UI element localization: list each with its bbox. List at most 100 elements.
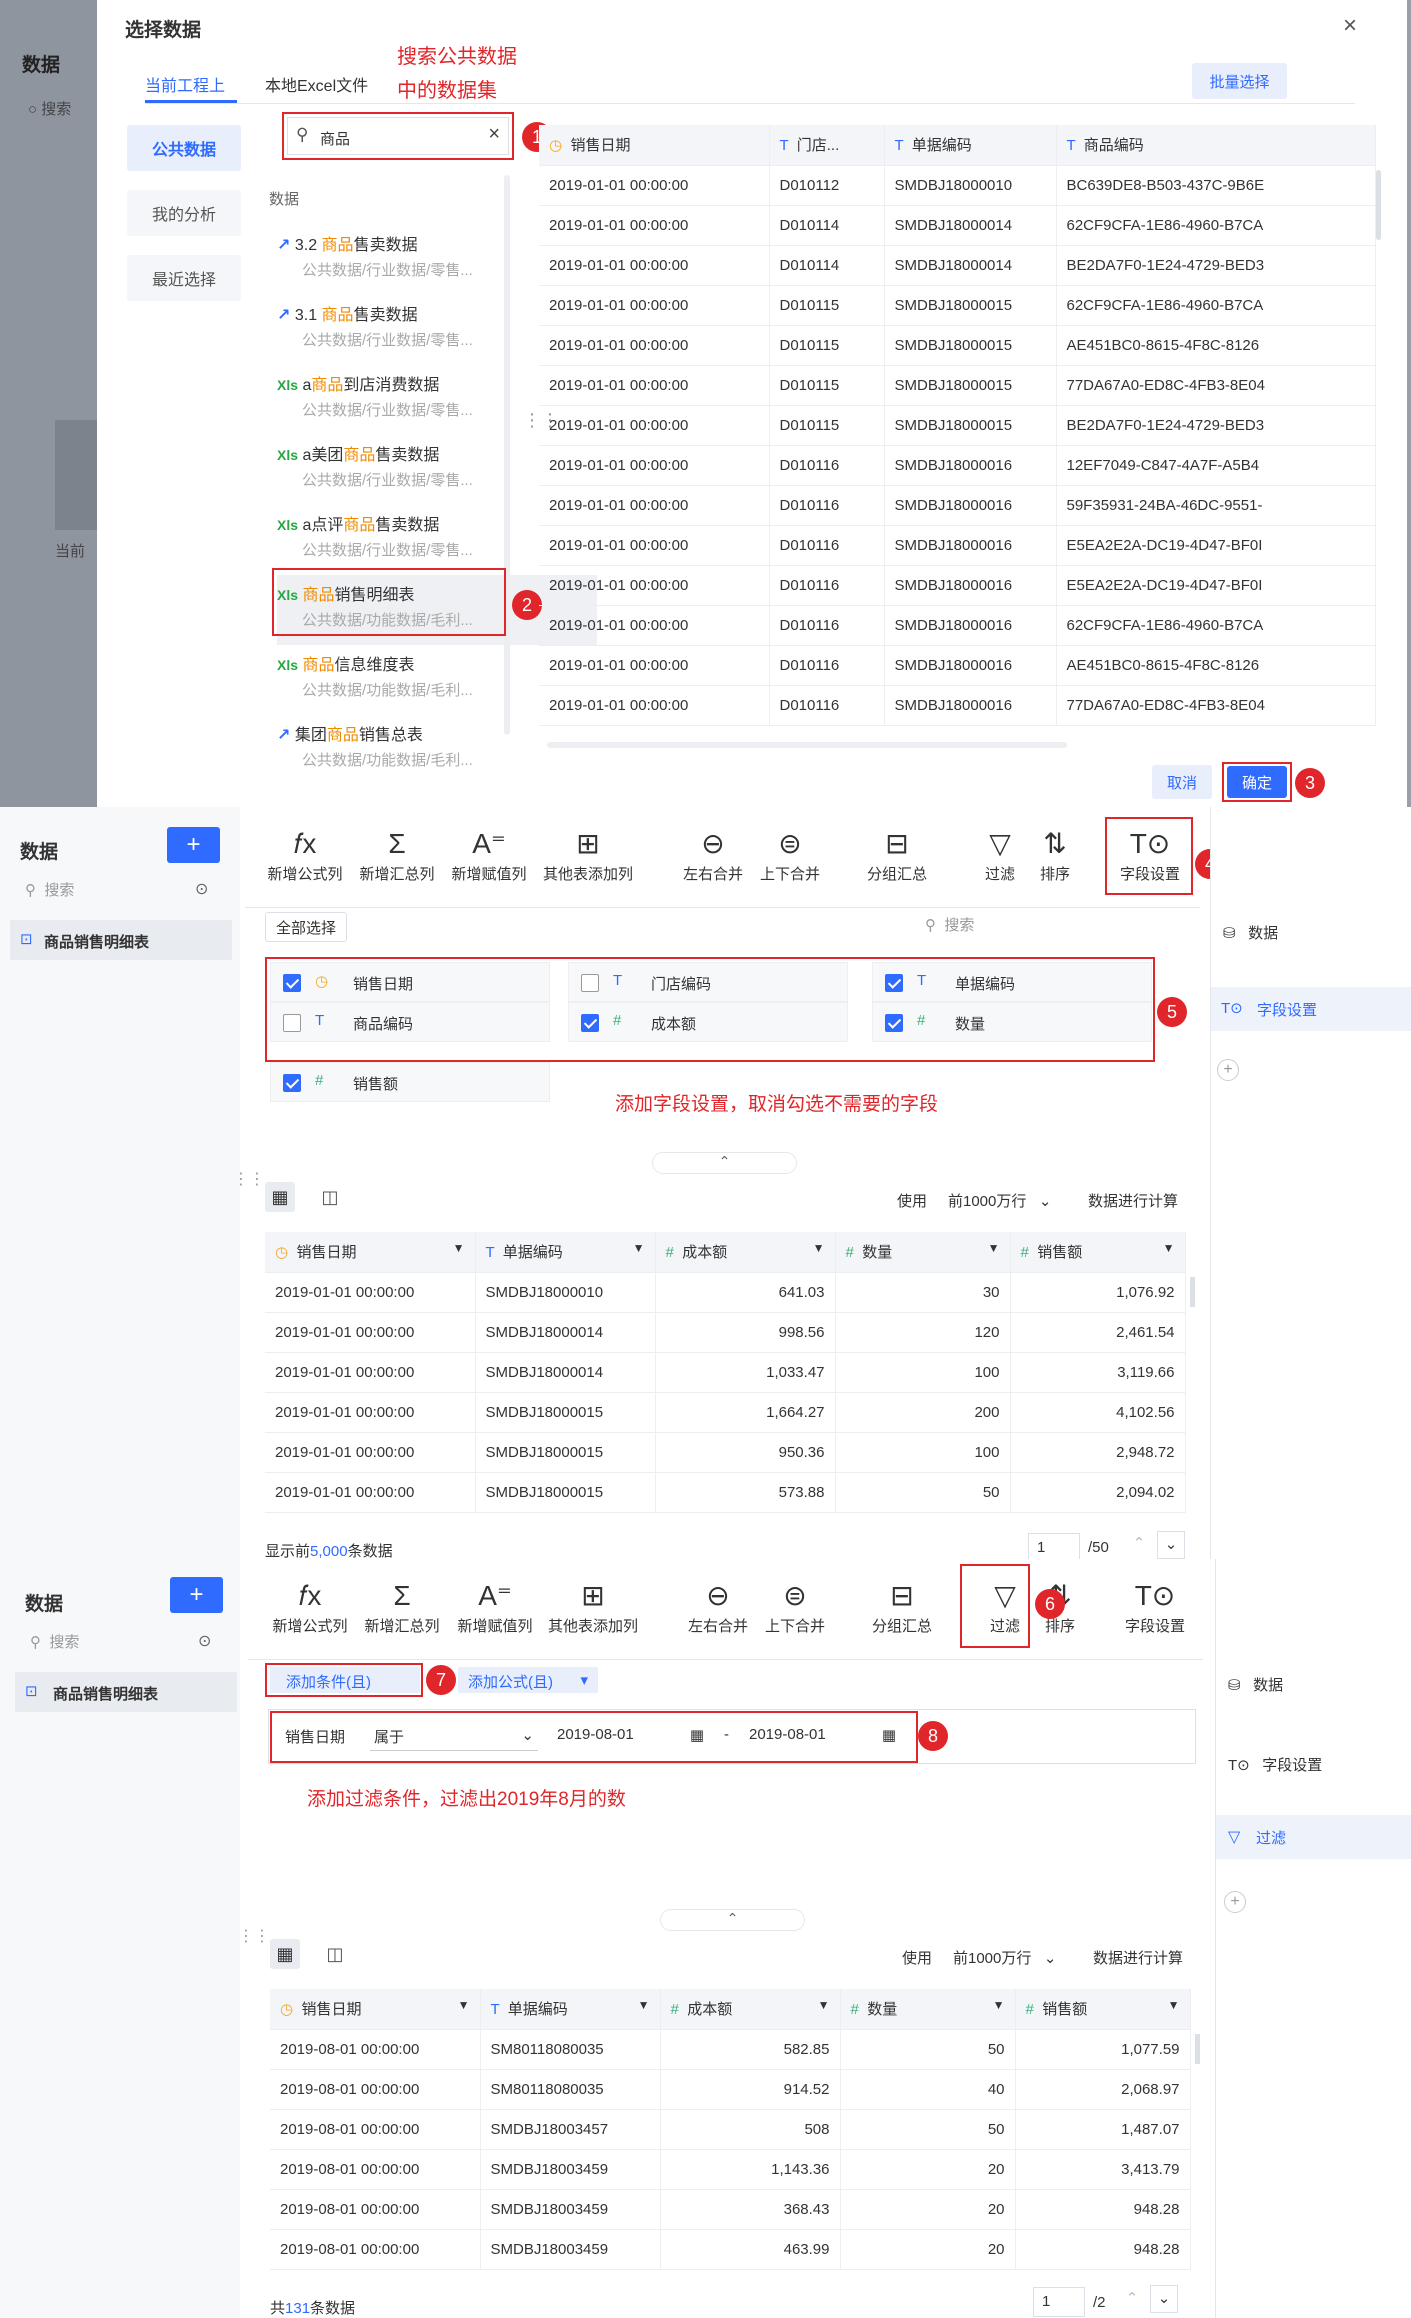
column-header[interactable]: ◷ 销售日期 ▼ — [270, 1989, 481, 2030]
add-step-icon[interactable]: + — [1224, 1891, 1246, 1913]
prev-page-icon[interactable]: ⌃ — [1125, 1534, 1153, 1562]
dropdown-icon[interactable]: ▼ — [458, 1998, 470, 2012]
add-condition-button[interactable]: 添加条件(且) — [270, 1667, 420, 1693]
step-data[interactable]: ⛁ 数据 — [1223, 922, 1278, 943]
dropdown-icon[interactable]: ▼ — [813, 1241, 825, 1255]
toolbar-merge-tb[interactable]: ⊜ 上下合并 — [750, 1577, 840, 1636]
select-all-button[interactable]: 全部选择 — [265, 912, 347, 942]
step-filter[interactable]: ▽ 过滤 — [1216, 1815, 1411, 1859]
dropdown-icon[interactable]: ▼ — [1163, 1241, 1175, 1255]
next-page-icon[interactable]: ⌄ — [1150, 2285, 1178, 2313]
toolbar-merge-tb[interactable]: ⊜ 上下合并 — [745, 825, 835, 884]
dataset-item[interactable]: ↗ 集团商品销售总表 公共数据/功能数据/毛利... — [277, 715, 597, 785]
drag-handle-icon[interactable]: ⋮⋮ — [233, 1169, 265, 1189]
col-store-code[interactable]: T 门店... — [769, 125, 885, 166]
cancel-button[interactable]: 取消 — [1152, 765, 1212, 799]
number-type-icon: # — [315, 1072, 324, 1089]
table-cell: SMDBJ18000016 — [884, 685, 1057, 726]
step-data[interactable]: ⛁ 数据 — [1228, 1674, 1283, 1695]
side-public-data[interactable]: 公共数据 — [127, 125, 241, 171]
column-header[interactable]: # 销售额 ▼ — [1015, 1989, 1191, 2030]
date-to-input[interactable]: 2019-08-01 ▦ — [745, 1717, 900, 1751]
toolbar-other-table[interactable]: ⊞ 其他表添加列 — [543, 825, 633, 884]
col-bill-code[interactable]: T 单据编码 — [884, 125, 1057, 166]
table-h-scrollbar[interactable] — [547, 742, 1067, 748]
dropdown-icon[interactable]: ▼ — [633, 1241, 645, 1255]
dataset-search-box[interactable]: ⚲ 商品 × — [287, 117, 509, 155]
batch-select-button[interactable]: 批量选择 — [1192, 63, 1287, 99]
toolbar-add-assign[interactable]: A⁼ 新增赋值列 — [444, 825, 534, 884]
add-step-icon[interactable]: + — [1217, 1059, 1239, 1081]
column-header[interactable]: T 单据编码 ▼ — [475, 1232, 656, 1273]
add-formula-button[interactable]: 添加公式(且) ▾ — [458, 1667, 598, 1693]
column-header[interactable]: # 数量 ▼ — [840, 1989, 1016, 2030]
table-v-scrollbar[interactable] — [1195, 2034, 1200, 2064]
toolbar-add-formula[interactable]: 𝑓x 新增公式列 — [260, 825, 350, 884]
table-v-scrollbar[interactable] — [1376, 170, 1381, 240]
confirm-button[interactable]: 确定 — [1227, 766, 1287, 798]
rows-select[interactable]: 前1000万行 ⌄ — [953, 1947, 1056, 1968]
field-search[interactable]: ⚲ 搜索 — [925, 914, 1195, 942]
column-header[interactable]: # 成本额 ▼ — [655, 1232, 836, 1273]
condition-operator[interactable]: 属于 ⌄ — [370, 1717, 538, 1751]
checkbox[interactable] — [283, 1074, 301, 1092]
toolbar-sort[interactable]: ⇅排序 — [1010, 825, 1100, 884]
col-sale-date[interactable]: ◷ 销售日期 — [539, 125, 770, 166]
column-header[interactable]: ◷ 销售日期 ▼ — [265, 1232, 476, 1273]
close-icon[interactable]: × — [1343, 12, 1357, 40]
side-my-analysis[interactable]: 我的分析 — [127, 190, 241, 236]
page-input[interactable]: 1 — [1033, 2287, 1085, 2317]
toolbar-other-table[interactable]: ⊞ 其他表添加列 — [548, 1577, 638, 1636]
left-search[interactable]: ⚲ 搜索 — [30, 1631, 79, 1652]
field-checkbox-item[interactable]: # 销售额 — [270, 1062, 550, 1102]
drag-handle-icon[interactable]: ⋮⋮ — [238, 1926, 270, 1946]
toolbar-add-summary[interactable]: Σ 新增汇总列 — [352, 825, 442, 884]
condition-field[interactable]: 销售日期 — [285, 1726, 345, 1747]
list-scrollbar[interactable] — [504, 175, 510, 735]
rows-select[interactable]: 前1000万行 ⌄ — [948, 1190, 1051, 1211]
date-from-input[interactable]: 2019-08-01 ▦ — [553, 1717, 708, 1751]
more-icon[interactable]: ⊙ — [195, 879, 208, 899]
toolbar-group-summary[interactable]: ⊟ 分组汇总 — [857, 1577, 947, 1636]
dropdown-icon[interactable]: ▼ — [638, 1998, 650, 2012]
toolbar-group-summary[interactable]: ⊟ 分组汇总 — [852, 825, 942, 884]
left-search[interactable]: ⚲ 搜索 — [25, 879, 74, 900]
next-page-icon[interactable]: ⌄ — [1157, 1531, 1185, 1559]
toolbar-add-formula[interactable]: 𝑓x 新增公式列 — [265, 1577, 355, 1636]
toolbar-add-assign[interactable]: A⁼ 新增赋值列 — [450, 1577, 540, 1636]
field-view-icon[interactable]: ◫ — [315, 1182, 345, 1212]
tab-current-project[interactable]: 当前工程上 — [145, 72, 225, 96]
table-cell: D010114 — [769, 205, 885, 246]
grid-view-icon[interactable]: ▦ — [270, 1939, 300, 1969]
add-data-button[interactable]: + — [170, 1577, 223, 1613]
col-product-code[interactable]: T 商品编码 — [1056, 125, 1376, 166]
grid-view-icon[interactable]: ▦ — [265, 1182, 295, 1212]
prev-page-icon[interactable]: ⌃ — [1118, 2289, 1146, 2317]
add-data-button[interactable]: + — [167, 827, 220, 863]
column-header[interactable]: # 销售额 ▼ — [1010, 1232, 1186, 1273]
dropdown-icon[interactable]: ▼ — [1168, 1998, 1180, 2012]
step-field-setting[interactable]: T⊙ 字段设置 — [1211, 987, 1411, 1031]
dropdown-icon[interactable]: ▼ — [993, 1998, 1005, 2012]
tab-local-excel[interactable]: 本地Excel文件 — [265, 72, 368, 96]
step-field-setting[interactable]: T⊙ 字段设置 — [1228, 1754, 1322, 1775]
more-icon[interactable]: ⊙ — [198, 1631, 211, 1651]
dropdown-icon[interactable]: ▼ — [453, 1241, 465, 1255]
column-header[interactable]: # 数量 ▼ — [835, 1232, 1011, 1273]
search-input[interactable]: 商品 — [320, 128, 350, 149]
toolbar-field-setting[interactable]: T⊙ 字段设置 — [1110, 1577, 1200, 1636]
collapse-icon[interactable]: ⌃ — [660, 1909, 805, 1931]
table-item-sales-detail[interactable]: ⊡ 商品销售明细表 — [10, 920, 232, 960]
collapse-icon[interactable]: ⌃ — [652, 1152, 797, 1174]
toolbar-add-summary[interactable]: Σ 新增汇总列 — [357, 1577, 447, 1636]
field-view-icon[interactable]: ◫ — [320, 1939, 350, 1969]
column-header[interactable]: T 单据编码 ▼ — [480, 1989, 661, 2030]
table-item-sales-detail[interactable]: ⊡ 商品销售明细表 — [15, 1672, 237, 1712]
side-recent[interactable]: 最近选择 — [127, 255, 241, 301]
group-summary-icon: ⊟ — [890, 1580, 914, 1611]
clear-icon[interactable]: × — [488, 123, 500, 146]
column-header[interactable]: # 成本额 ▼ — [660, 1989, 841, 2030]
table-v-scrollbar[interactable] — [1190, 1277, 1195, 1307]
dropdown-icon[interactable]: ▼ — [988, 1241, 1000, 1255]
dropdown-icon[interactable]: ▼ — [818, 1998, 830, 2012]
